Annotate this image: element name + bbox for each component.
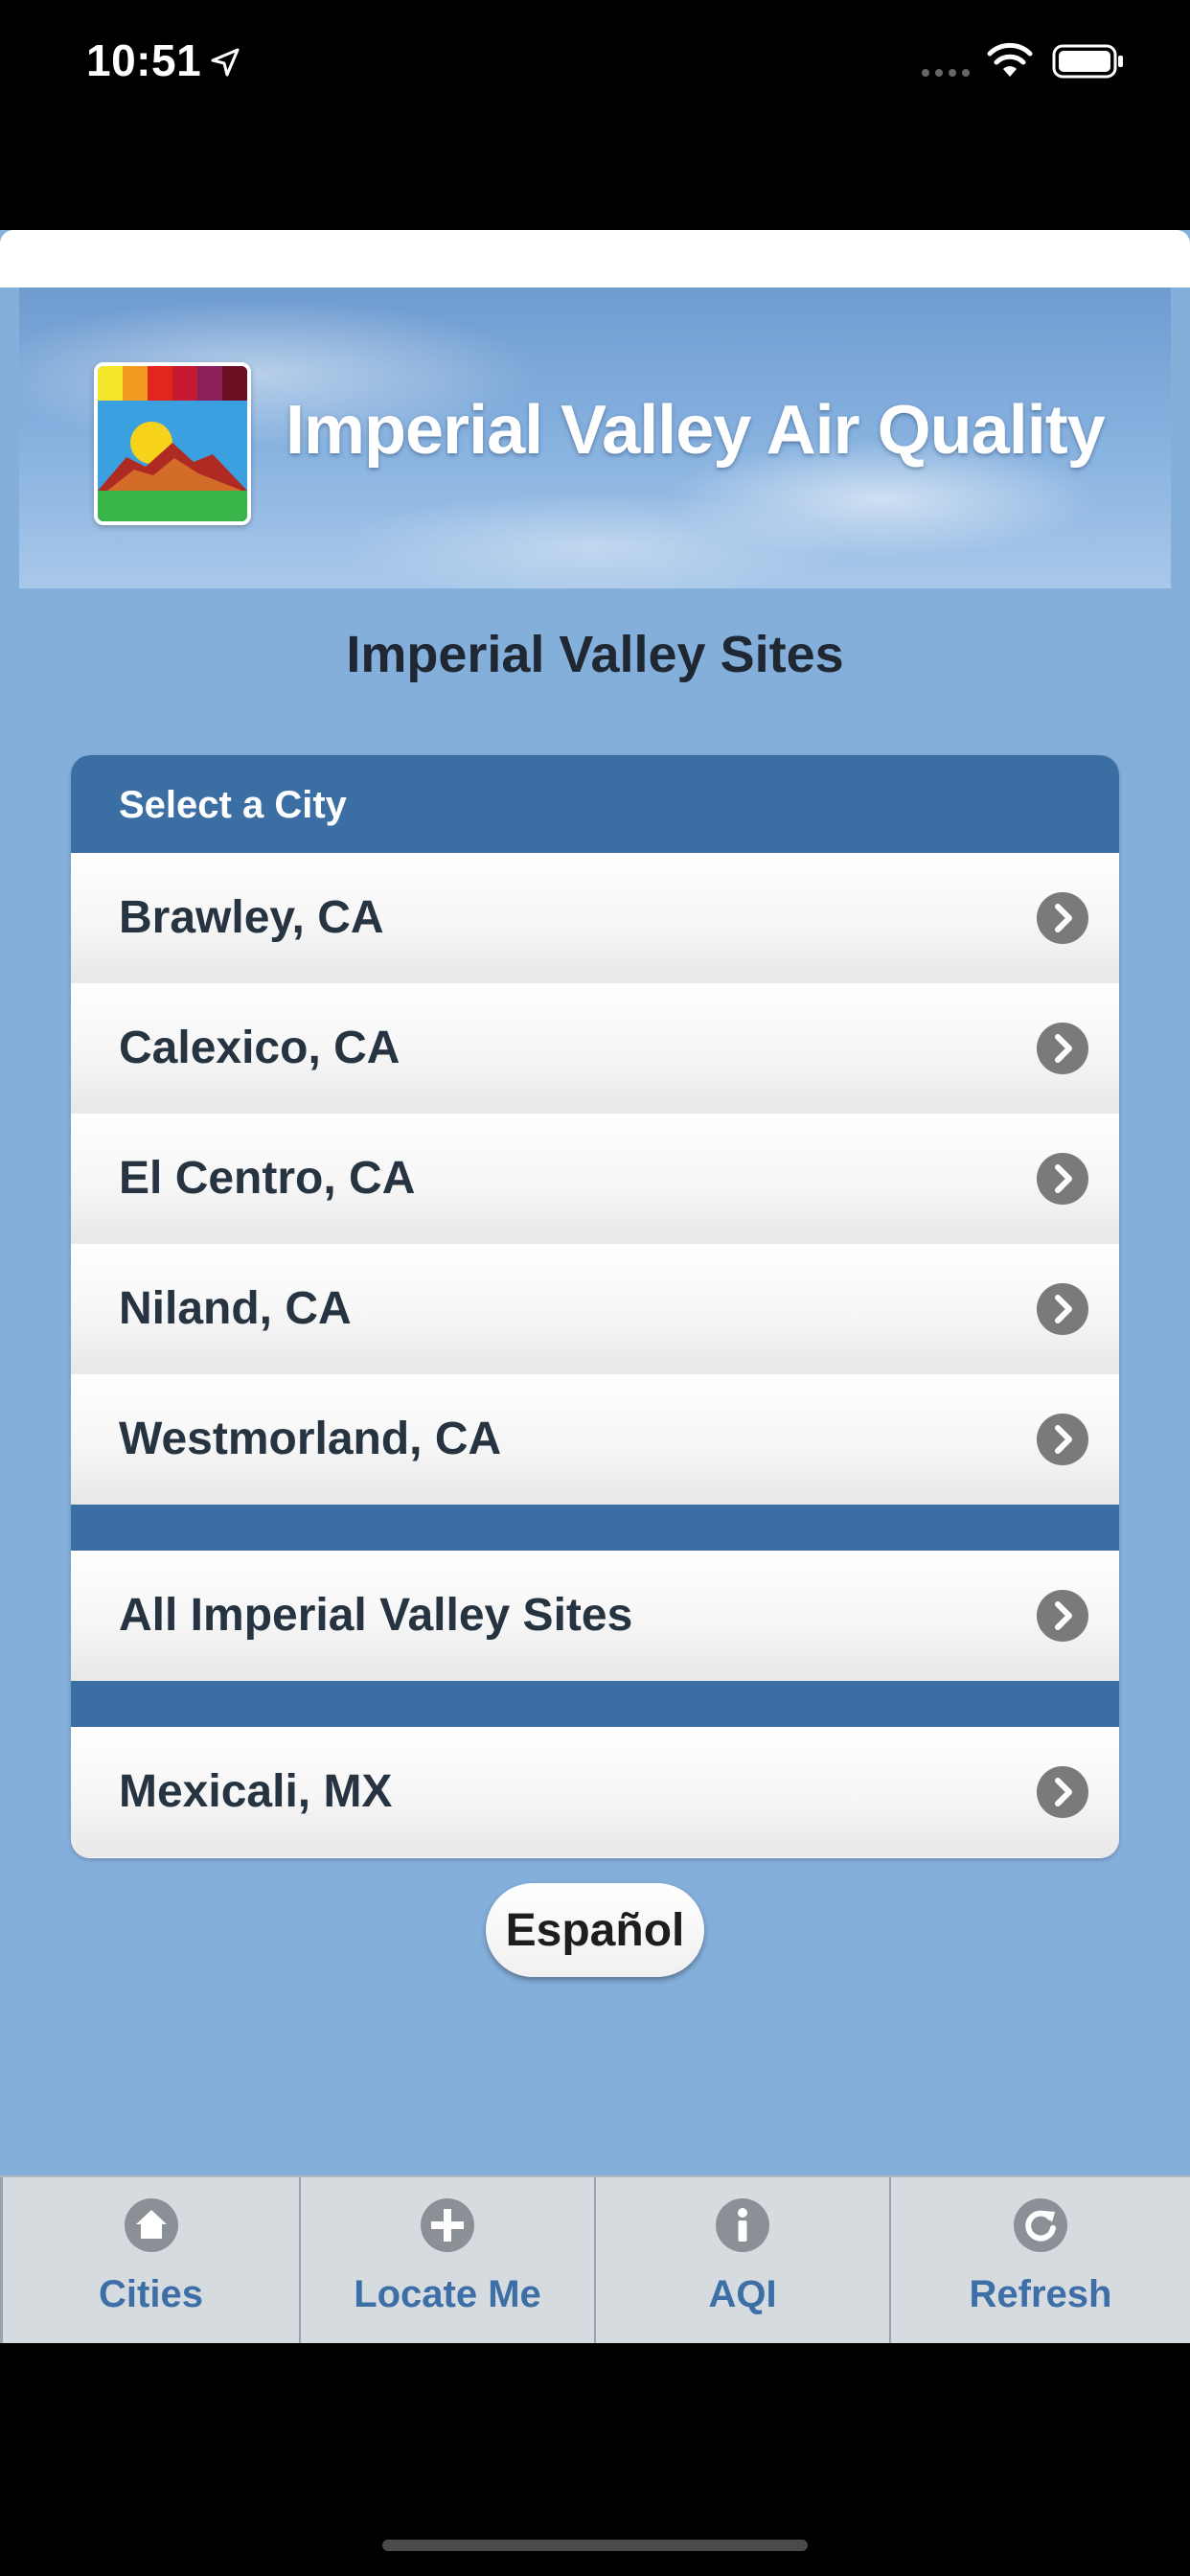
list-item-label: Brawley, CA [119,892,384,943]
wifi-icon [987,42,1033,77]
page-title: Imperial Valley Sites [346,626,844,683]
tab-locate-me[interactable]: Locate Me [299,2177,594,2343]
list-item-niland[interactable]: Niland, CA [71,1244,1119,1375]
chevron-right-icon [1037,1766,1088,1818]
cellular-signal-icon [922,69,970,77]
home-indicator[interactable] [382,2540,808,2551]
chevron-right-icon [1037,1590,1088,1642]
top-strip [0,230,1190,288]
battery-icon [1052,44,1123,79]
refresh-icon [1014,2198,1067,2252]
list-item-label: Mexicali, MX [119,1766,393,1817]
list-item-label: All Imperial Valley Sites [119,1590,633,1641]
chevron-right-icon [1037,1153,1088,1205]
city-list: Select a City Brawley, CA Calexico, CA E… [71,755,1119,1858]
info-icon [716,2198,769,2252]
chevron-right-icon [1037,892,1088,944]
list-item-label: El Centro, CA [119,1153,416,1204]
tab-aqi[interactable]: AQI [594,2177,889,2343]
status-time: 10:51 [86,35,202,85]
list-header: Select a City [71,755,1119,853]
list-divider [71,1681,1119,1727]
status-bar: 10:51 [0,0,1190,134]
list-item-calexico[interactable]: Calexico, CA [71,983,1119,1115]
list-item-label: Niland, CA [119,1283,352,1334]
tab-label: Cities [99,2273,203,2315]
chevron-right-icon [1037,1414,1088,1465]
list-header-label: Select a City [119,784,347,826]
chevron-right-icon [1037,1023,1088,1074]
list-item-brawley[interactable]: Brawley, CA [71,853,1119,984]
tab-label: AQI [708,2273,777,2315]
list-item-label: Calexico, CA [119,1023,400,1073]
espanol-button[interactable]: Español [486,1883,704,1977]
list-divider [71,1505,1119,1551]
home-icon [124,2198,178,2252]
list-item-el-centro[interactable]: El Centro, CA [71,1114,1119,1245]
header-banner: Imperial Valley Air Quality [19,288,1171,588]
list-item-westmorland[interactable]: Westmorland, CA [71,1374,1119,1506]
plus-icon [421,2198,474,2252]
app-content: Imperial Valley Air Quality Imperial Val… [0,230,1190,2343]
app-logo [94,362,251,525]
tab-label: Locate Me [354,2273,541,2315]
tab-refresh[interactable]: Refresh [889,2177,1190,2343]
list-item-mexicali[interactable]: Mexicali, MX [71,1727,1119,1857]
chevron-right-icon [1037,1283,1088,1335]
banner-title: Imperial Valley Air Quality [286,392,1106,469]
location-arrow-icon [211,48,240,77]
list-item-label: Westmorland, CA [119,1414,502,1464]
tab-label: Refresh [969,2273,1112,2315]
tab-bar: Cities Locate Me AQI Refresh [0,2175,1190,2343]
tab-cities[interactable]: Cities [0,2177,299,2343]
list-item-all-sites[interactable]: All Imperial Valley Sites [71,1551,1119,1682]
